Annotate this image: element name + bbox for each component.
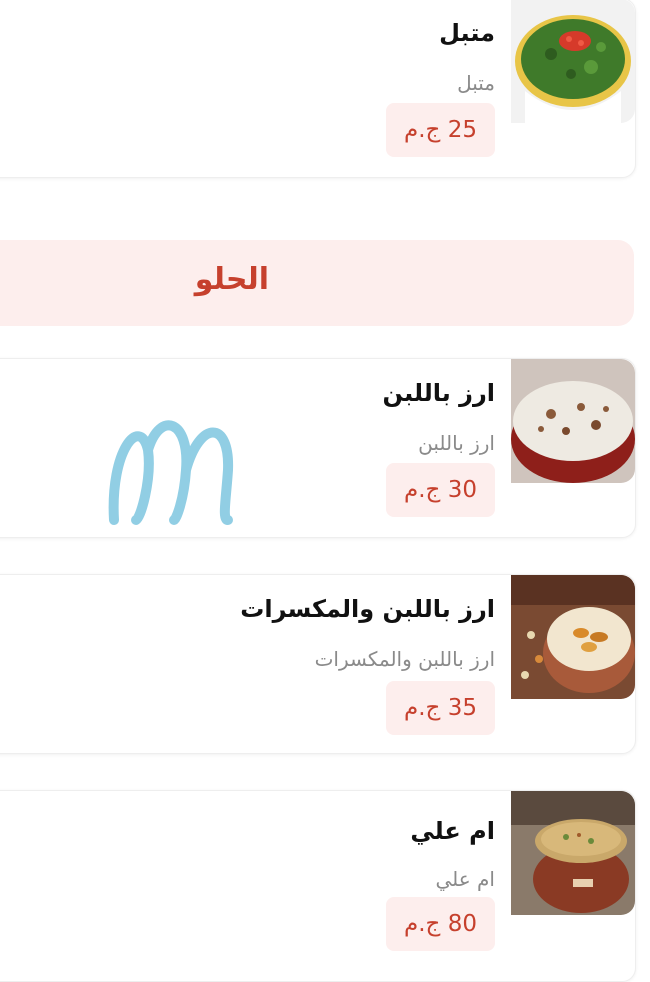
item-title: متبل — [439, 19, 495, 47]
menu-item-card[interactable]: ارز باللبن ارز باللبن 30 ج.م — [0, 358, 636, 538]
item-title: ارز باللبن والمكسرات — [240, 595, 495, 623]
item-price: 80 ج.م — [386, 897, 495, 951]
item-title: ام علي — [410, 817, 495, 845]
dish-image-rice-pudding — [511, 359, 635, 483]
section-header[interactable]: الحلو — [0, 240, 634, 326]
dish-image-om-ali — [511, 791, 635, 915]
item-description: ام علي — [435, 867, 495, 891]
menu-item-card[interactable]: ارز باللبن والمكسرات ارز باللبن والمكسرا… — [0, 574, 636, 754]
item-description: ارز باللبن والمكسرات — [314, 647, 495, 671]
dish-image-tabbouleh — [511, 0, 635, 123]
item-price: 35 ج.م — [386, 681, 495, 735]
menu-item-card[interactable]: متبل متبل 25 ج.م — [0, 0, 636, 178]
menu-item-card[interactable]: ام علي ام علي 80 ج.م — [0, 790, 636, 982]
dish-image-rice-pudding-nuts — [511, 575, 635, 699]
item-price: 30 ج.م — [386, 463, 495, 517]
item-price: 25 ج.م — [386, 103, 495, 157]
item-description: متبل — [457, 71, 495, 95]
item-description: ارز باللبن — [418, 431, 495, 455]
item-title: ارز باللبن — [382, 379, 495, 407]
section-title: الحلو — [194, 262, 269, 297]
